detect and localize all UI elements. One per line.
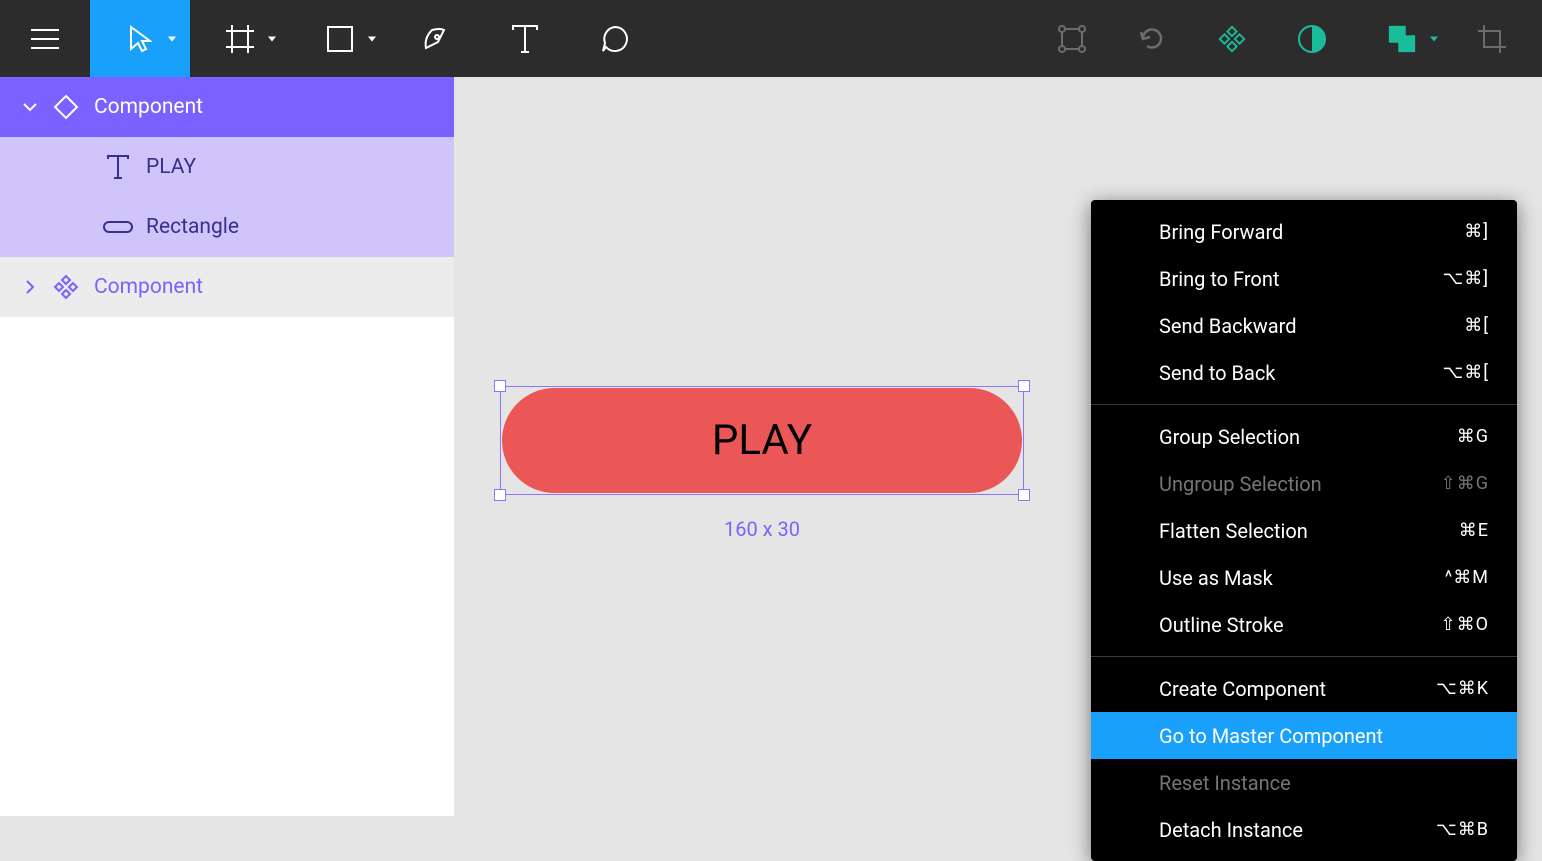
canvas[interactable]: PLAY 160 x 30 Bring Forward ⌘] Bring to …: [454, 77, 1542, 816]
cursor-icon: [125, 24, 155, 54]
menu-label: Send Backward: [1159, 314, 1297, 338]
reset-instance-button[interactable]: [1112, 0, 1192, 77]
component-icon: [48, 94, 84, 120]
edit-object-icon: [1057, 24, 1087, 54]
menu-shortcut: ⌘[: [1464, 315, 1489, 336]
layer-label: PLAY: [136, 155, 196, 179]
menu-bring-forward[interactable]: Bring Forward ⌘]: [1091, 208, 1517, 255]
chevron-down-icon: [268, 36, 276, 41]
text-tool[interactable]: [480, 0, 570, 77]
menu-shortcut: ^⌘M: [1445, 567, 1489, 588]
menu-label: Bring Forward: [1159, 220, 1283, 244]
resize-handle-bl[interactable]: [494, 489, 506, 501]
component-icon: [1217, 24, 1247, 54]
play-button-text: PLAY: [712, 416, 812, 465]
layers-panel: Component PLAY Rectangle Component: [0, 77, 454, 816]
union-icon: [1387, 24, 1417, 54]
menu-label: Outline Stroke: [1159, 613, 1284, 637]
menu-shortcut: ⌥⌘]: [1442, 268, 1489, 289]
toolbar-right: [1032, 0, 1542, 77]
menu-go-to-master[interactable]: Go to Master Component: [1091, 712, 1517, 759]
expand-toggle[interactable]: [12, 102, 48, 112]
menu-label: Ungroup Selection: [1159, 472, 1322, 496]
menu-use-as-mask[interactable]: Use as Mask ^⌘M: [1091, 554, 1517, 601]
layer-row-component-master[interactable]: Component: [0, 77, 454, 137]
menu-shortcut: ⇧⌘G: [1441, 473, 1489, 494]
resize-handle-br[interactable]: [1018, 489, 1030, 501]
text-icon: [510, 24, 540, 54]
pill-icon: [100, 221, 136, 233]
context-menu: Bring Forward ⌘] Bring to Front ⌥⌘] Send…: [1091, 200, 1517, 861]
play-button-shape: PLAY: [502, 388, 1022, 493]
frame-tool[interactable]: [190, 0, 290, 77]
menu-label: Use as Mask: [1159, 566, 1273, 590]
layer-row-rectangle[interactable]: Rectangle: [0, 197, 454, 257]
menu-separator: [1091, 404, 1517, 405]
menu-shortcut: ⌘G: [1457, 426, 1489, 447]
menu-shortcut: ⌥⌘B: [1436, 819, 1489, 840]
layer-label: Rectangle: [136, 215, 239, 239]
expand-toggle[interactable]: [12, 279, 48, 295]
toolbar: [0, 0, 1542, 77]
menu-shortcut: ⇧⌘O: [1441, 614, 1489, 635]
menu-label: Go to Master Component: [1159, 724, 1383, 748]
menu-send-backward[interactable]: Send Backward ⌘[: [1091, 302, 1517, 349]
layer-label: Component: [84, 275, 203, 299]
menu-label: Detach Instance: [1159, 818, 1303, 842]
menu-ungroup-selection: Ungroup Selection ⇧⌘G: [1091, 460, 1517, 507]
menu-outline-stroke[interactable]: Outline Stroke ⇧⌘O: [1091, 601, 1517, 648]
create-component-button[interactable]: [1192, 0, 1272, 77]
boolean-button[interactable]: [1352, 0, 1452, 77]
chevron-down-icon: [368, 36, 376, 41]
menu-shortcut: ⌥⌘[: [1442, 362, 1489, 383]
menu-label: Group Selection: [1159, 425, 1300, 449]
chevron-down-icon: [1430, 36, 1438, 41]
menu-shortcut: ⌥⌘K: [1436, 678, 1489, 699]
menu-reset-instance: Reset Instance: [1091, 759, 1517, 806]
frame-icon: [225, 24, 255, 54]
menu-bring-to-front[interactable]: Bring to Front ⌥⌘]: [1091, 255, 1517, 302]
menu-send-to-back[interactable]: Send to Back ⌥⌘[: [1091, 349, 1517, 396]
menu-shortcut: ⌘E: [1459, 520, 1489, 541]
reset-icon: [1137, 24, 1167, 54]
text-icon: [100, 155, 136, 179]
shape-tool[interactable]: [290, 0, 390, 77]
rectangle-icon: [325, 24, 355, 54]
menu-separator: [1091, 656, 1517, 657]
selection-dimensions: 160 x 30: [502, 517, 1022, 541]
menu-label: Bring to Front: [1159, 267, 1279, 291]
mask-button[interactable]: [1272, 0, 1352, 77]
layer-row-component-instance[interactable]: Component: [0, 257, 454, 317]
crop-icon: [1477, 24, 1507, 54]
menu-flatten-selection[interactable]: Flatten Selection ⌘E: [1091, 507, 1517, 554]
crop-button[interactable]: [1452, 0, 1532, 77]
layer-label: Component: [84, 95, 203, 119]
menu-create-component[interactable]: Create Component ⌥⌘K: [1091, 665, 1517, 712]
resize-handle-tl[interactable]: [494, 380, 506, 392]
menu-label: Send to Back: [1159, 361, 1275, 385]
menu-button[interactable]: [0, 0, 90, 77]
hamburger-icon: [30, 24, 60, 54]
mask-icon: [1297, 24, 1327, 54]
move-tool[interactable]: [90, 0, 190, 77]
layer-row-text[interactable]: PLAY: [0, 137, 454, 197]
resize-handle-tr[interactable]: [1018, 380, 1030, 392]
edit-object-button[interactable]: [1032, 0, 1112, 77]
chevron-down-icon: [168, 36, 176, 41]
menu-label: Reset Instance: [1159, 771, 1291, 795]
comment-icon: [600, 24, 630, 54]
menu-label: Create Component: [1159, 677, 1326, 701]
menu-detach-instance[interactable]: Detach Instance ⌥⌘B: [1091, 806, 1517, 853]
pen-tool[interactable]: [390, 0, 480, 77]
menu-shortcut: ⌘]: [1464, 221, 1489, 242]
selected-component[interactable]: PLAY: [502, 388, 1022, 493]
comment-tool[interactable]: [570, 0, 660, 77]
menu-group-selection[interactable]: Group Selection ⌘G: [1091, 413, 1517, 460]
instance-icon: [48, 273, 84, 301]
menu-label: Flatten Selection: [1159, 519, 1308, 543]
pen-icon: [420, 24, 450, 54]
